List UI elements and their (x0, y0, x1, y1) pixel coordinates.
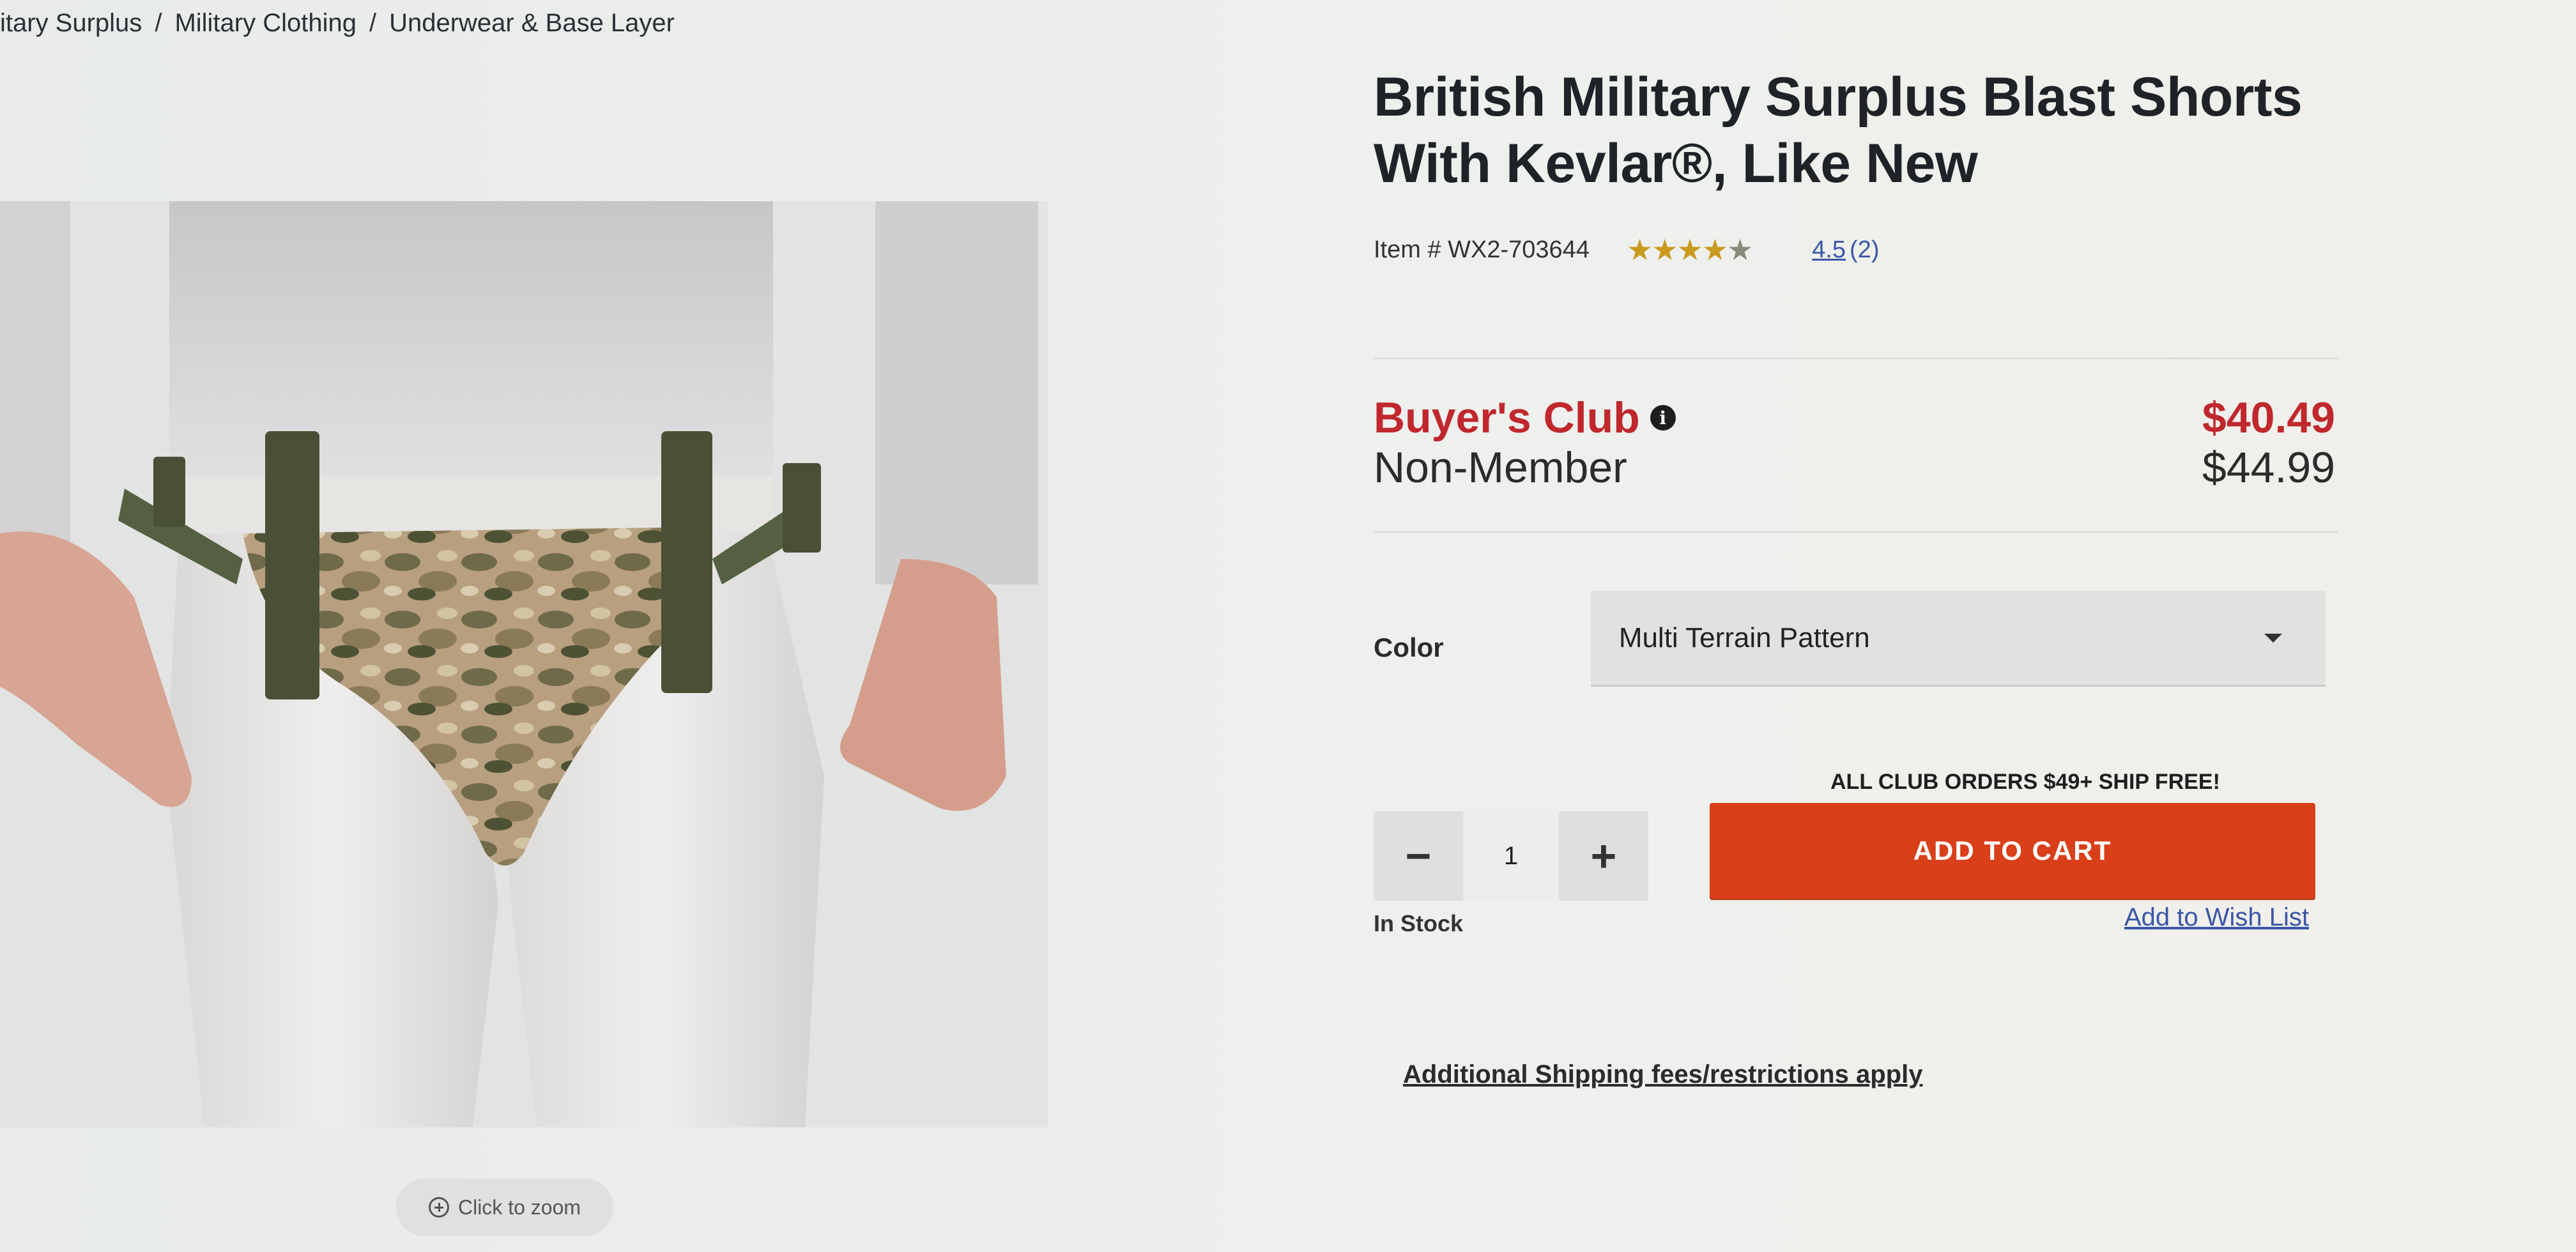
buyers-club-label: Buyer's Club i (1374, 393, 1676, 443)
info-icon[interactable]: i (1650, 405, 1676, 431)
nonmember-label: Non-Member (1374, 443, 1627, 492)
color-select-value: Multi Terrain Pattern (1618, 622, 1870, 653)
breadcrumb: itary Surplus / Military Clothing / Underwea… (0, 9, 675, 38)
add-to-wishlist-link[interactable]: Add to Wish List (2124, 903, 2309, 932)
color-select[interactable]: Multi Terrain Pattern (1590, 591, 2326, 687)
zoom-plus-icon (428, 1197, 449, 1218)
breadcrumb-underwear-base-layer[interactable]: Underwear & Base Layer (389, 9, 675, 37)
buyers-club-text: Buyer's Club (1374, 393, 1640, 442)
club-price-row: Buyer's Club i $40.49 (1374, 393, 2335, 443)
rating-link[interactable]: 4.5 (1812, 236, 1846, 264)
color-label: Color (1374, 632, 1444, 662)
product-page: itary Surplus / Military Clothing / Underwea… (0, 0, 2576, 1252)
product-title-line2: With Kevlar®, Like New (1374, 133, 1978, 194)
product-meta: Item # WX2-703644 ★ ★ ★ ★ ★ 4.5 (2) (1374, 233, 2345, 267)
breadcrumb-separator: / (155, 9, 162, 37)
quantity-stepper: − 1 + (1374, 811, 1648, 901)
item-number: Item # WX2-703644 (1374, 236, 1590, 263)
product-info: British Military Surplus Blast Shorts Wi… (1374, 64, 2345, 267)
club-price: $40.49 (2202, 393, 2335, 442)
price-block: Buyer's Club i $40.49 Non-Member $44.99 (1374, 393, 2335, 492)
divider (1374, 358, 2338, 359)
review-count[interactable]: (2) (1850, 236, 1879, 264)
product-title: British Military Surplus Blast Shorts Wi… (1374, 64, 2345, 197)
quantity-increase-button[interactable]: + (1559, 811, 1648, 901)
color-option: Color Multi Terrain Pattern (1374, 591, 2326, 687)
caret-down-icon (2264, 633, 2282, 643)
product-gallery (0, 192, 1048, 1137)
quantity-input[interactable]: 1 (1463, 811, 1559, 901)
breadcrumb-separator: / (369, 9, 377, 37)
product-photo-illustration (0, 201, 1038, 1127)
divider (1374, 531, 2338, 533)
nonmember-price-row: Non-Member $44.99 (1374, 443, 2335, 492)
quantity-decrease-button[interactable]: − (1374, 811, 1463, 901)
click-to-zoom-button[interactable]: Click to zoom (396, 1179, 613, 1236)
add-to-cart-button[interactable]: ADD TO CART (1710, 803, 2315, 899)
star-rating-icon: ★ ★ ★ ★ ★ (1626, 233, 1753, 266)
shipping-restrictions-link[interactable]: Additional Shipping fees/restrictions ap… (1403, 1060, 1922, 1089)
breadcrumb-military-clothing[interactable]: Military Clothing (174, 9, 356, 37)
zoom-label: Click to zoom (457, 1195, 581, 1219)
stock-status: In Stock (1374, 910, 1464, 936)
product-image[interactable] (0, 201, 1048, 1127)
nonmember-price: $44.99 (2202, 443, 2335, 492)
product-title-line1: British Military Surplus Blast Shorts (1374, 66, 2303, 128)
free-shipping-note: ALL CLUB ORDERS $49+ SHIP FREE! (1830, 770, 2220, 794)
breadcrumb-military-surplus[interactable]: itary Surplus (0, 9, 142, 37)
